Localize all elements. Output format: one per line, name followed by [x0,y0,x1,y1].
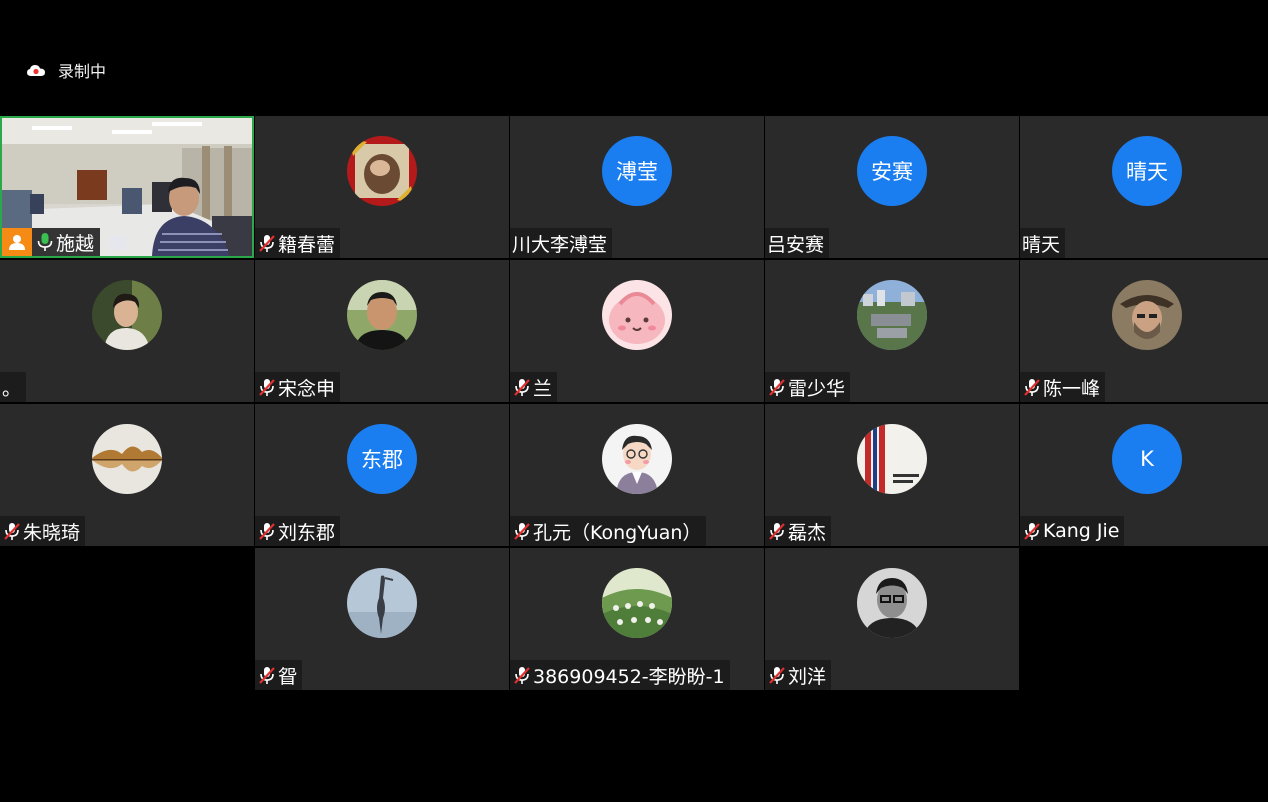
participant-tile[interactable]: K Kang Jie [1020,404,1268,546]
participant-tile[interactable]: 东郡 刘东郡 [255,404,509,546]
microphone-muted-icon [259,667,275,684]
microphone-muted-icon [769,667,785,684]
text-avatar: 溥莹 [602,136,672,206]
green-field-avatar [602,568,672,638]
person-icon [9,235,25,250]
text-avatar: 安赛 [857,136,927,206]
participant-name: 川大李溥莹 [512,233,608,256]
text-avatar: 晴天 [1112,136,1182,206]
participant-name: 。 [2,377,22,400]
participant-name: Kang Jie [1043,520,1120,542]
participant-name: 吕安赛 [767,233,825,256]
participant-name-label: 施越 [2,228,101,256]
microphone-muted-icon [514,667,530,684]
participant-tile[interactable]: 雷少华 [765,260,1019,402]
participant-name-label: 眢 [255,660,303,690]
video-conference-window: 录制中 施越 籍春蕾 溥莹 川大李溥莹 安赛 吕安赛 晴天 晴天 。 宋念申 兰… [0,0,1268,802]
pink-cartoon-avatar [602,280,672,350]
text-avatar: K [1112,424,1182,494]
participant-name-label: 刘洋 [765,660,832,690]
participant-grid: 施越 籍春蕾 溥莹 川大李溥莹 安赛 吕安赛 晴天 晴天 。 宋念申 兰 雷少华… [0,116,1268,690]
participant-name: 磊杰 [788,521,827,544]
participant-name-label: 吕安赛 [765,228,830,258]
cartoon-man-avatar [602,424,672,494]
participant-tile[interactable]: 朱晓琦 [0,404,254,546]
microphone-muted-icon [514,523,530,540]
participant-name: 施越 [56,232,95,255]
cloud-record-icon [27,65,45,76]
bearded-man-hat-avatar [1112,280,1182,350]
microphone-muted-icon [1024,379,1040,396]
participant-name: 孔元（KongYuan） [533,521,702,544]
microphone-muted-icon [1024,523,1040,540]
participant-tile[interactable]: 刘洋 [765,548,1019,690]
book-cover-avatar [857,424,927,494]
participant-name: 刘东郡 [278,521,336,544]
participant-tile[interactable]: 386909452-李盼盼-1 [510,548,764,690]
microphone-muted-icon [769,523,785,540]
participant-tile[interactable]: 。 [0,260,254,402]
participant-name: 籍春蕾 [278,233,336,256]
participant-name-label: 雷少华 [765,372,851,402]
microphone-muted-icon [4,523,20,540]
microphone-muted-icon [259,523,275,540]
participant-name: 晴天 [1022,233,1061,256]
participant-name: 兰 [533,377,553,400]
participant-tile[interactable]: 籍春蕾 [255,116,509,258]
host-badge [2,228,32,256]
participant-name-label: 晴天 [1020,228,1066,258]
recording-indicator[interactable]: 录制中 [26,58,106,82]
recording-label: 录制中 [58,62,107,81]
participant-name: 雷少华 [788,377,846,400]
participant-name-label: 陈一峰 [1020,372,1106,402]
bw-glasses-man-avatar [857,568,927,638]
participant-name: 眢 [278,665,298,688]
photo-man-avatar [347,280,417,350]
participant-name-label: Kang Jie [1020,516,1125,546]
participant-name-label: 兰 [510,372,558,402]
participant-name-label: 籍春蕾 [255,228,341,258]
microphone-on-icon [37,233,53,251]
participant-tile[interactable]: 安赛 吕安赛 [765,116,1019,258]
participant-name-label: 。 [0,372,27,402]
photo-young-man-avatar [92,280,162,350]
participant-name: 刘洋 [788,665,827,688]
participant-name-label: 孔元（KongYuan） [510,516,707,546]
participant-tile[interactable]: 孔元（KongYuan） [510,404,764,546]
heron-avatar [347,568,417,638]
participant-name-label: 朱晓琦 [0,516,86,546]
campus-aerial-avatar [857,280,927,350]
golden-reflection-avatar [92,424,162,494]
participant-name: 陈一峰 [1043,377,1101,400]
microphone-muted-icon [259,379,275,396]
participant-tile[interactable]: 磊杰 [765,404,1019,546]
participant-tile-speaker[interactable]: 施越 [0,116,254,258]
participant-tile[interactable]: 眢 [255,548,509,690]
participant-name-label: 磊杰 [765,516,832,546]
participant-tile[interactable]: 兰 [510,260,764,402]
microphone-muted-icon [259,235,275,252]
participant-name-label: 386909452-李盼盼-1 [510,660,730,690]
photo-red-frame-avatar [347,136,417,206]
participant-name: 386909452-李盼盼-1 [533,665,725,688]
text-avatar: 东郡 [347,424,417,494]
participant-tile[interactable]: 溥莹 川大李溥莹 [510,116,764,258]
participant-tile[interactable]: 陈一峰 [1020,260,1268,402]
participant-name-label: 宋念申 [255,372,341,402]
participant-tile[interactable]: 宋念申 [255,260,509,402]
microphone-muted-icon [769,379,785,396]
microphone-muted-icon [514,379,530,396]
participant-name-label: 刘东郡 [255,516,341,546]
participant-name: 朱晓琦 [23,521,81,544]
participant-name: 宋念申 [278,377,336,400]
participant-tile[interactable]: 晴天 晴天 [1020,116,1268,258]
participant-name-label: 川大李溥莹 [510,228,613,258]
